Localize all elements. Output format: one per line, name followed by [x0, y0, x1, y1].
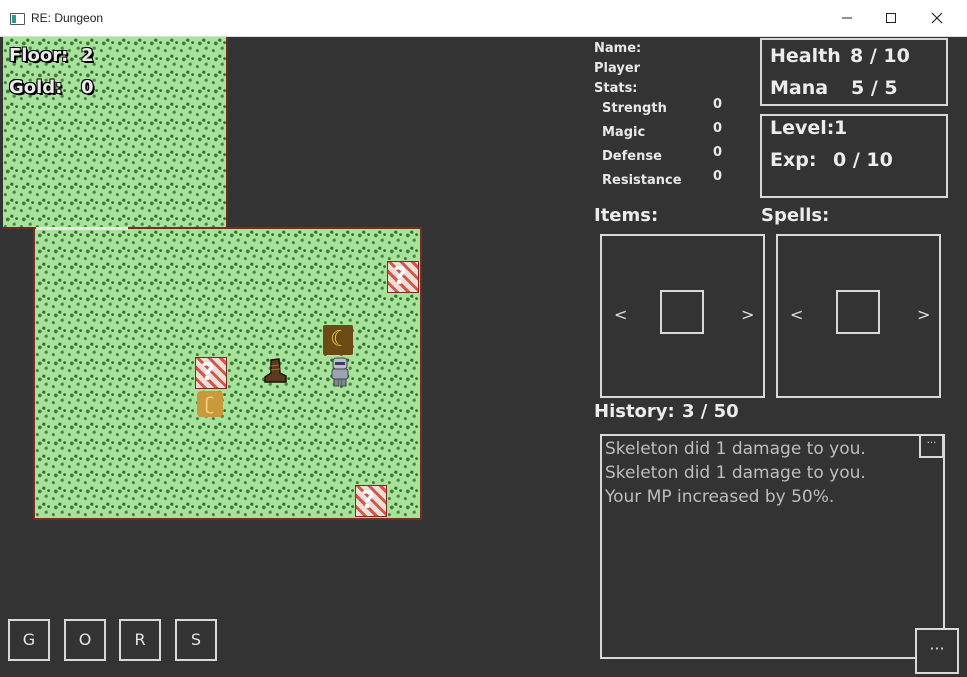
items-label: Items: — [594, 205, 659, 226]
r-button[interactable]: R — [119, 619, 161, 661]
stat-strength-label: Strength — [602, 101, 667, 116]
trap-tile-icon[interactable]: ? — [355, 485, 387, 517]
window-title: RE: Dungeon — [31, 11, 104, 25]
mana-value: 5 / 5 — [851, 77, 898, 99]
app-icon — [10, 13, 25, 25]
stat-resistance-label: Resistance — [602, 173, 682, 188]
history-more-small-button[interactable]: ··· — [919, 434, 944, 458]
title-bar: RE: Dungeon — [0, 0, 967, 37]
history-entry: Your MP increased by 50%. — [605, 487, 835, 507]
stat-defense-label: Defense — [602, 149, 662, 164]
history-count: 3 / 50 — [682, 401, 739, 422]
stat-defense-value: 0 — [713, 145, 723, 160]
boot-item-icon[interactable] — [262, 357, 288, 385]
level-value: 1 — [834, 117, 848, 139]
items-slot[interactable] — [660, 290, 704, 334]
stats-label: Stats: — [594, 81, 638, 96]
stat-magic-label: Magic — [602, 125, 646, 140]
trap-tile-icon[interactable]: ? — [195, 357, 227, 389]
close-icon — [931, 12, 943, 24]
items-prev-button[interactable]: < — [614, 305, 627, 324]
history-label: History: — [594, 401, 675, 422]
gold-label: Gold: — [9, 77, 63, 98]
s-button[interactable]: S — [175, 619, 217, 661]
gold-display: Gold: 0 — [9, 77, 94, 98]
floor-display: Floor: 2 — [9, 45, 94, 66]
player-name: Player — [594, 61, 641, 76]
moon-item-icon[interactable]: ☾ — [323, 325, 353, 355]
scroll-item-icon[interactable]: ʗ — [197, 391, 223, 417]
stat-magic-value: 0 — [713, 121, 723, 136]
floor-label: Floor: — [9, 45, 69, 66]
spells-prev-button[interactable]: < — [790, 305, 803, 324]
minimize-button[interactable] — [824, 0, 870, 36]
exp-value: 0 / 10 — [833, 149, 893, 171]
g-button[interactable]: G — [8, 619, 50, 661]
game-window: RE: Dungeon Floor: 2 Gold: 0 ? ? ? ☾ ʗ G… — [0, 0, 967, 677]
spells-slot[interactable] — [836, 290, 880, 334]
spells-label: Spells: — [761, 205, 830, 226]
close-button[interactable] — [914, 0, 960, 36]
level-label: Level: — [770, 117, 835, 139]
mana-label: Mana — [770, 77, 829, 99]
exp-label: Exp: — [770, 149, 817, 171]
health-value: 8 / 10 — [850, 45, 910, 67]
spells-next-button[interactable]: > — [917, 305, 930, 324]
gold-value: 0 — [81, 77, 94, 98]
history-entry: Skeleton did 1 damage to you. — [605, 439, 866, 459]
health-label: Health — [770, 45, 841, 67]
map-region-room — [33, 227, 422, 520]
room-door-edge — [36, 227, 128, 230]
name-label: Name: — [594, 41, 642, 56]
player-knight-icon — [326, 356, 354, 387]
history-more-large-button[interactable]: ··· — [915, 628, 959, 674]
stat-strength-value: 0 — [713, 97, 723, 112]
o-button[interactable]: O — [64, 619, 106, 661]
history-entry: Skeleton did 1 damage to you. — [605, 463, 866, 483]
minimize-icon — [842, 17, 852, 19]
items-next-button[interactable]: > — [741, 305, 754, 324]
maximize-button[interactable] — [868, 0, 914, 36]
maximize-icon — [886, 13, 896, 23]
trap-tile-icon[interactable]: ? — [387, 261, 419, 293]
floor-value: 2 — [81, 45, 94, 66]
stat-resistance-value: 0 — [713, 169, 723, 184]
